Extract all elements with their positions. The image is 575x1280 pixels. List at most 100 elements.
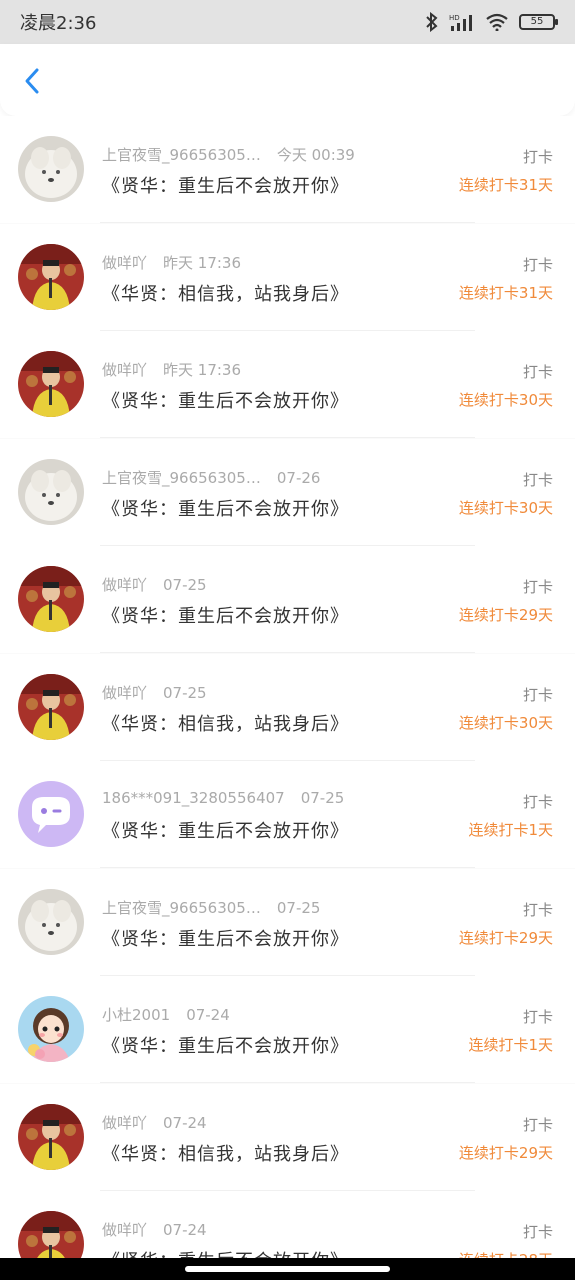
username[interactable]: 上官夜雪_96656305… <box>102 899 261 917</box>
row-meta: 做咩吖 昨天 17:36 <box>102 252 241 273</box>
signal-icon: HD <box>449 14 472 31</box>
timestamp: 07-24 <box>186 1006 230 1024</box>
username[interactable]: 做咩吖 <box>102 254 147 272</box>
row-meta: 186***091_3280556407 07-25 <box>102 789 344 807</box>
streak-count: 连续打卡30天 <box>458 498 553 517</box>
book-title[interactable]: 《贤华：重生后不会放开你》 <box>102 925 349 951</box>
streak-count: 连续打卡28天 <box>459 1249 553 1258</box>
book-title[interactable]: 《贤华：重生后不会放开你》 <box>102 817 349 843</box>
row-meta: 上官夜雪_96656305… 今天 00:39 <box>102 144 355 165</box>
battery-icon: 55 <box>519 14 558 30</box>
timestamp: 07-25 <box>163 576 207 594</box>
checkin-row[interactable]: 上官夜雪_96656305… 07-26 《贤华：重生后不会放开你》 打卡连续打卡30… <box>0 438 575 546</box>
avatar[interactable] <box>18 673 84 740</box>
streak-count: 连续打卡31天 <box>458 283 553 302</box>
checkin-label: 打卡 <box>522 685 553 704</box>
checkin-row[interactable]: 做咩吖 07-25 《贤华：重生后不会放开你》 打卡连续打卡29天 <box>0 546 575 653</box>
username[interactable]: 做咩吖 <box>102 1221 147 1239</box>
username[interactable]: 做咩吖 <box>102 576 147 594</box>
row-meta: 做咩吖 昨天 17:36 <box>102 359 241 380</box>
avatar[interactable] <box>18 1211 84 1258</box>
checkin-row[interactable]: 做咩吖 07-24 《华贤：相信我，站我身后》 打卡连续打卡29天 <box>0 1083 575 1191</box>
checkin-label: 打卡 <box>522 578 553 596</box>
row-meta: 上官夜雪_96656305… 07-25 <box>102 897 320 918</box>
avatar[interactable] <box>18 136 84 202</box>
checkin-label: 打卡 <box>522 900 553 919</box>
checkin-row[interactable]: 做咩吖 07-24 《贤华：重生后不会放开你》 打卡连续打卡28天 <box>0 1191 575 1258</box>
status-bar: 凌晨2:36 HD 55 <box>0 0 575 44</box>
checkin-label: 打卡 <box>522 255 553 274</box>
username[interactable]: 做咩吖 <box>102 1114 147 1132</box>
row-meta: 做咩吖 07-24 <box>102 1112 207 1133</box>
username[interactable]: 上官夜雪_96656305… <box>102 146 261 164</box>
streak-count: 连续打卡30天 <box>458 713 553 732</box>
checkin-label: 打卡 <box>522 363 553 381</box>
avatar[interactable] <box>18 888 84 955</box>
bluetooth-icon <box>426 12 438 32</box>
checkin-list: 上官夜雪_96656305… 今天 00:39 《贤华：重生后不会放开你》 打卡 连续打… <box>0 116 575 1258</box>
checkin-label: 打卡 <box>522 1115 553 1134</box>
streak-count: 连续打卡31天 <box>458 176 553 194</box>
book-title[interactable]: 《贤华：重生后不会放开你》 <box>102 172 349 198</box>
streak-count: 连续打卡29天 <box>458 606 553 624</box>
status-time: 凌晨2:36 <box>20 13 97 34</box>
checkin-row[interactable]: 上官夜雪_96656305… 今天 00:39 《贤华：重生后不会放开你》 打卡连续打… <box>0 116 575 223</box>
timestamp: 昨天 17:36 <box>163 253 242 272</box>
streak-count: 连续打卡29天 <box>458 928 553 947</box>
checkin-label: 打卡 <box>522 148 553 166</box>
row-meta: 做咩吖 07-25 <box>102 574 207 595</box>
checkin-row[interactable]: 做咩吖 昨天 17:36 《华贤：相信我，站我身后》 打卡连续打卡31天 <box>0 223 575 331</box>
avatar[interactable] <box>18 351 84 417</box>
timestamp: 昨天 17:36 <box>163 361 242 379</box>
streak-count: 连续打卡1天 <box>468 1036 553 1054</box>
book-title[interactable]: 《华贤：相信我，站我身后》 <box>102 1140 349 1166</box>
checkin-label: 打卡 <box>522 793 553 811</box>
checkin-row[interactable]: 小杜2001 07-24 《贤华：重生后不会放开你》 打卡连续打卡1天 <box>0 976 575 1083</box>
checkin-row[interactable]: 上官夜雪_96656305… 07-25 《贤华：重生后不会放开你》 打卡连续打卡29… <box>0 868 575 976</box>
home-indicator[interactable] <box>185 1266 390 1272</box>
checkin-label: 打卡 <box>522 1008 553 1026</box>
svg-text:HD: HD <box>449 14 460 22</box>
wifi-icon <box>486 13 508 31</box>
book-title[interactable]: 《贤华：重生后不会放开你》 <box>102 495 349 521</box>
streak-count: 连续打卡30天 <box>458 391 553 409</box>
book-title[interactable]: 《贤华：重生后不会放开你》 <box>102 1032 349 1058</box>
checkin-row[interactable]: 做咩吖 昨天 17:36 《贤华：重生后不会放开你》 打卡连续打卡30天 <box>0 331 575 438</box>
avatar[interactable] <box>18 781 84 847</box>
book-title[interactable]: 《华贤：相信我，站我身后》 <box>102 710 349 736</box>
row-meta: 做咩吖 07-24 <box>102 1219 207 1240</box>
timestamp: 07-25 <box>276 898 321 917</box>
book-title[interactable]: 《华贤：相信我，站我身后》 <box>102 280 349 306</box>
username[interactable]: 上官夜雪_96656305… <box>102 469 261 487</box>
avatar[interactable] <box>18 458 84 525</box>
avatar[interactable] <box>18 243 84 310</box>
chevron-left-icon[interactable] <box>18 66 48 96</box>
streak-count: 连续打卡1天 <box>468 821 553 839</box>
checkin-row[interactable]: 186***091_3280556407 07-25 《贤华：重生后不会放开你》 打卡… <box>0 761 575 868</box>
timestamp: 07-24 <box>163 1221 207 1239</box>
username[interactable]: 做咩吖 <box>102 361 147 379</box>
username[interactable]: 小杜2001 <box>102 1006 170 1024</box>
avatar[interactable] <box>18 1103 84 1170</box>
book-title[interactable]: 《贤华：重生后不会放开你》 <box>102 387 349 413</box>
row-meta: 小杜2001 07-24 <box>102 1004 230 1025</box>
username[interactable]: 186***091_3280556407 <box>102 789 285 807</box>
row-meta: 做咩吖 07-25 <box>102 682 207 703</box>
checkin-label: 打卡 <box>522 470 553 489</box>
nav-bar <box>0 44 575 116</box>
timestamp: 今天 00:39 <box>276 146 355 164</box>
book-title[interactable]: 《贤华：重生后不会放开你》 <box>102 1247 349 1258</box>
timestamp: 07-24 <box>163 1113 207 1132</box>
checkin-label: 打卡 <box>522 1223 553 1241</box>
streak-count: 连续打卡29天 <box>458 1143 553 1162</box>
timestamp: 07-25 <box>163 683 207 702</box>
username[interactable]: 做咩吖 <box>102 684 147 702</box>
timestamp: 07-26 <box>276 468 321 487</box>
row-meta: 上官夜雪_96656305… 07-26 <box>102 467 320 488</box>
avatar[interactable] <box>18 996 84 1062</box>
checkin-row[interactable]: 做咩吖 07-25 《华贤：相信我，站我身后》 打卡连续打卡30天 <box>0 653 575 761</box>
avatar[interactable] <box>18 566 84 632</box>
gesture-bar <box>0 1258 575 1280</box>
status-icons: HD 55 <box>425 12 558 32</box>
book-title[interactable]: 《贤华：重生后不会放开你》 <box>102 602 349 628</box>
